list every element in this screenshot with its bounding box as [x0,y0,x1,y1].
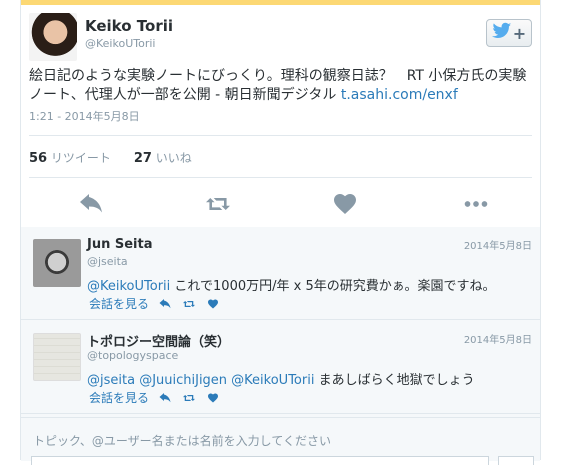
compose-input[interactable] [31,456,489,465]
reply-author-name[interactable]: Jun Seita [87,237,153,252]
retweet-count[interactable]: 56 [29,151,47,166]
author-avatar[interactable] [29,13,77,61]
retweet-icon[interactable] [181,298,197,310]
tweet-link[interactable]: t.asahi.com/enxf [341,87,458,103]
reply-text: @KeikoUTorii これで1000万円/年 x 5年の研究費かぁ。楽園です… [87,275,495,294]
reply-author-handle[interactable]: @jseita [87,255,128,268]
tweet-timestamp[interactable]: 1:21 - 2014年5月8日 [29,108,140,124]
reply-icon[interactable] [77,192,105,216]
reply-date[interactable]: 2014年5月8日 [464,331,532,346]
compose-placeholder[interactable]: トピック、@ユーザー名または名前を入力してください [33,432,331,449]
more-icon[interactable] [459,192,493,216]
reply-mention[interactable]: @jseita @JuuichiJigen @KeikoUTorii [87,373,314,388]
like-label[interactable]: いいね [156,151,192,165]
divider [29,135,532,136]
reply-date[interactable]: 2014年5月8日 [464,237,532,252]
main-tweet: Keiko Torii @KeikoUTorii + 絵日記のような実験ノートに… [21,5,540,227]
view-conversation-link[interactable]: 会話を見る [89,389,149,406]
divider [29,177,532,178]
retweet-icon[interactable] [181,392,197,404]
author-name[interactable]: Keiko Torii [85,17,173,35]
reply-text: @jseita @JuuichiJigen @KeikoUTorii まあしばら… [87,369,475,388]
follow-plus: + [512,23,527,43]
like-count[interactable]: 27 [134,151,152,166]
retweet-label[interactable]: リツイート [51,151,111,165]
reply-icon[interactable] [157,392,173,404]
author-handle[interactable]: @KeikoUTorii [85,37,155,50]
follow-button[interactable]: + [486,19,532,47]
reply-item: トポロジー空間論（笑） @topologyspace 2014年5月8日 @js… [21,323,540,414]
tweet-actions [21,188,540,224]
twitter-bird-icon [491,21,512,45]
reply-icon[interactable] [157,298,173,310]
tweet-stats: 56 リツイート 27 いいね [29,149,192,166]
reply-author-name[interactable]: トポロジー空間論（笑） [87,331,230,350]
view-conversation-link[interactable]: 会話を見る [89,295,149,312]
avatar[interactable] [33,333,81,381]
tweet-text: 絵日記のような実験ノートにびっくり。理科の観察日誌？ RT 小保方氏の実験ノート… [29,67,534,105]
reply-footer: 会話を見る [89,389,221,406]
heart-icon[interactable] [331,192,359,216]
retweet-icon[interactable] [204,192,232,216]
reply-body: まあしばらく地獄でしょう [314,373,475,388]
heart-icon[interactable] [205,298,221,310]
reply-mention[interactable]: @KeikoUTorii [87,279,170,294]
reply-footer: 会話を見る [89,295,221,312]
reply-compose: トピック、@ユーザー名または名前を入力してください [21,417,540,465]
tweet-embed-frame: Keiko Torii @KeikoUTorii + 絵日記のような実験ノートに… [20,0,541,465]
heart-icon[interactable] [205,392,221,404]
reply-item: Jun Seita @jseita 2014年5月8日 @KeikoUTorii… [21,229,540,320]
reply-body: これで1000万円/年 x 5年の研究費かぁ。楽園ですね。 [170,279,496,294]
avatar[interactable] [33,239,81,287]
compose-submit-button[interactable] [498,456,534,465]
reply-author-handle[interactable]: @topologyspace [87,349,178,362]
